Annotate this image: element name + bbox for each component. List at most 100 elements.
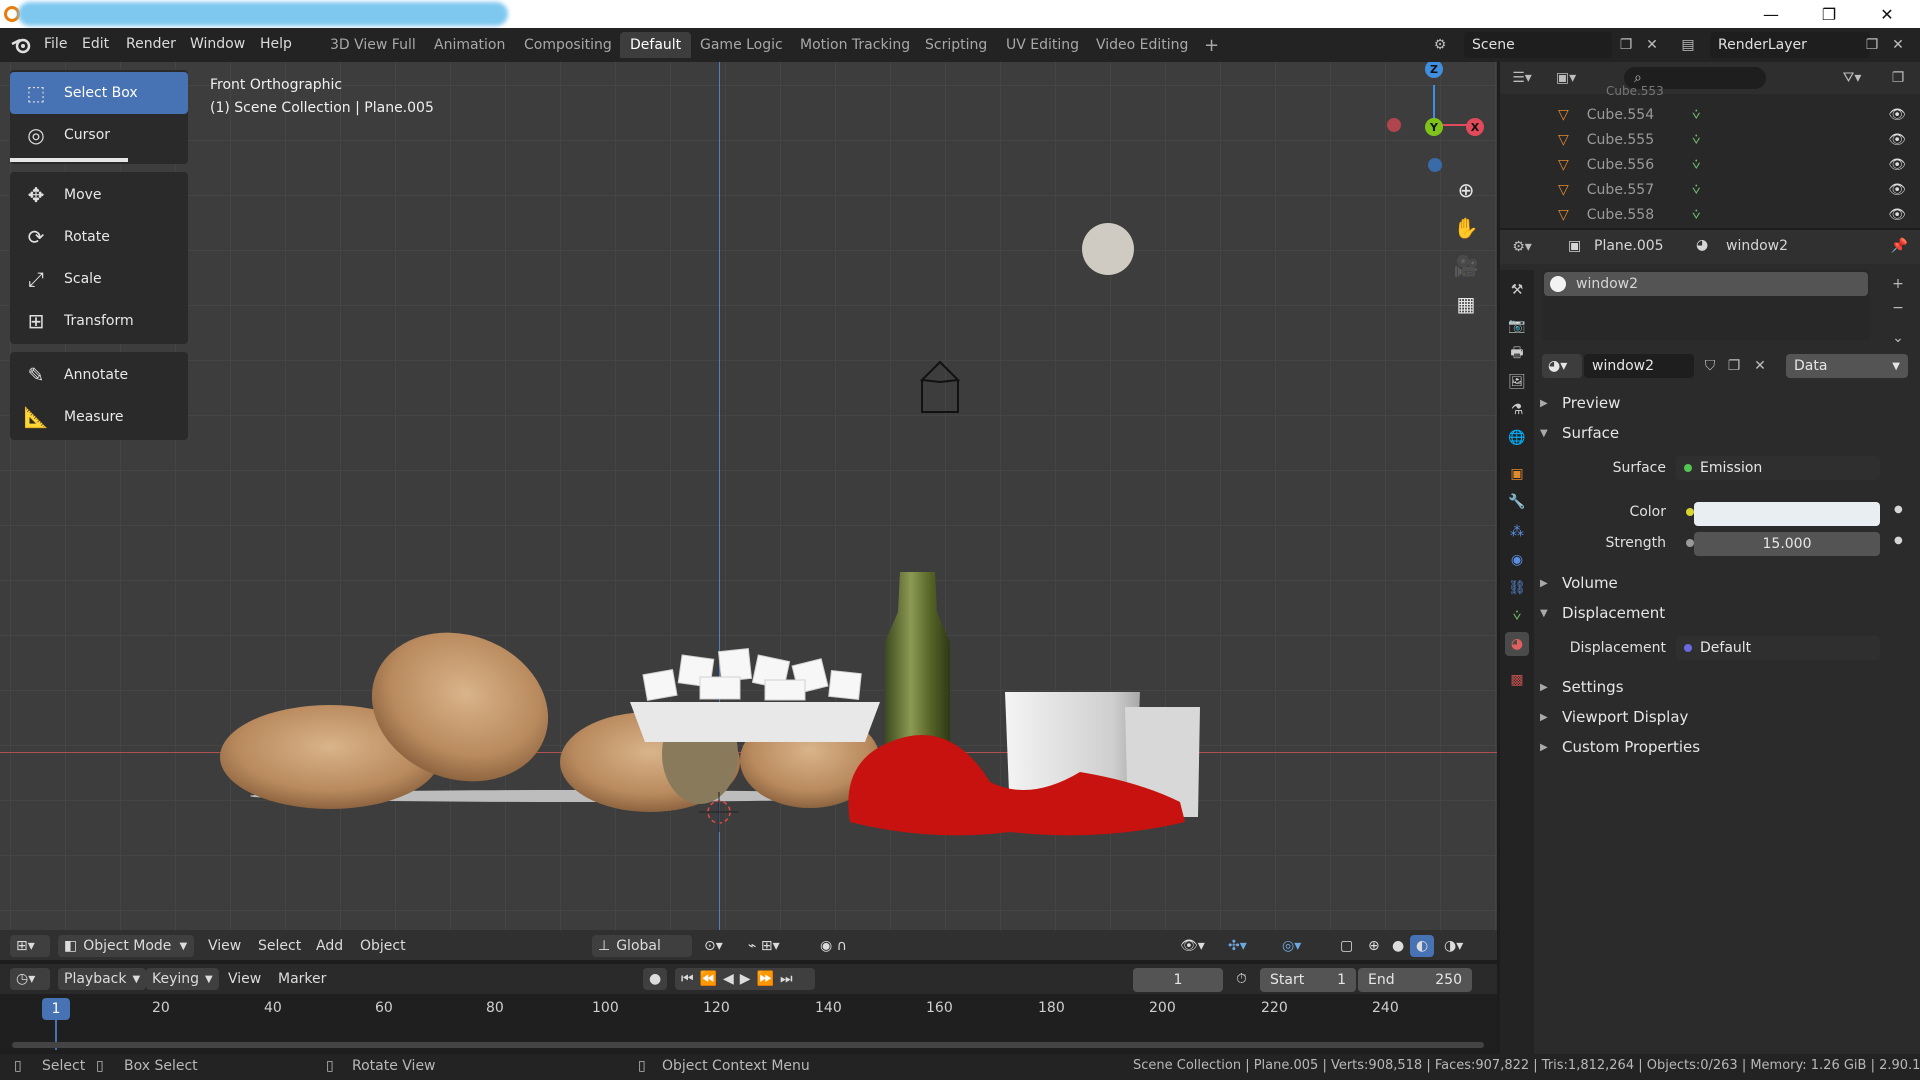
data-tab-icon[interactable]: ⩒ [1505,604,1529,628]
outliner-row[interactable]: ▽ Cube.554 ⩒ 👁 [1500,102,1920,127]
section-viewport-display[interactable]: ▶ Viewport Display [1540,708,1688,726]
new-view-layer-icon[interactable]: ❐ [1860,33,1884,57]
tool-cursor[interactable]: ◎ Cursor [10,114,188,156]
gizmo-x-axis[interactable]: X [1466,118,1484,136]
section-settings[interactable]: ▶ Settings [1540,678,1624,696]
displacement-field[interactable]: Default [1676,636,1880,660]
properties-editor-icon[interactable]: ⚙▾ [1510,235,1534,259]
outliner-row[interactable]: ▽ Cube.555 ⩒ 👁 [1500,127,1920,152]
minimize-button[interactable]: — [1742,0,1800,28]
keyframe-dot-icon[interactable]: ● [1894,535,1903,546]
eye-icon[interactable]: 👁 [1888,182,1906,198]
material-slot-list[interactable]: window2 [1542,270,1870,340]
shading-material-icon[interactable]: ◐ [1410,935,1435,957]
start-frame-field[interactable]: Start 1 [1260,968,1356,992]
outliner-row[interactable]: ▽ Cube.557 ⩒ 👁 [1500,177,1920,202]
particles-tab-icon[interactable]: ⁂ [1505,520,1529,544]
timeline-editor-icon[interactable]: ◷▾ [10,968,50,990]
menu-file[interactable]: File [44,36,67,52]
tool-transform[interactable]: ⊞ Transform [10,300,188,342]
fake-user-shield-icon[interactable]: ⛉ [1698,354,1722,378]
tab-compositing[interactable]: Compositing [514,32,622,58]
outliner-row[interactable]: ▽ Cube.556 ⩒ 👁 [1500,152,1920,177]
view-layer-selector[interactable]: RenderLayer [1710,32,1870,58]
zoom-icon[interactable]: ⊕ [1450,174,1482,206]
eye-icon[interactable]: 👁 [1888,107,1906,123]
unlink-material-icon[interactable]: ✕ [1748,354,1772,378]
playback-controls[interactable]: ⏮⏪◀▶⏩⏭ [675,968,815,990]
section-custom-properties[interactable]: ▶ Custom Properties [1540,738,1700,756]
editor-type-icon[interactable]: ⊞▾ [10,935,50,957]
shading-solid-icon[interactable]: ● [1386,935,1410,957]
tool-tab-icon[interactable]: ⚒ [1505,278,1529,302]
gizmo-neg-x-axis[interactable] [1387,118,1401,132]
gizmo-toggle-icon[interactable]: ✣▾ [1222,935,1253,957]
maximize-button[interactable]: ❐ [1800,0,1858,28]
menu-keying[interactable]: Keying ▼ [146,968,219,990]
menu-add[interactable]: Add [310,935,349,957]
texture-tab-icon[interactable]: ▩ [1505,668,1529,692]
modifier-tab-icon[interactable]: 🔧 [1505,490,1529,514]
tool-move[interactable]: ✥ Move [10,174,188,216]
menu-timeline-view[interactable]: View [222,968,267,990]
end-frame-field[interactable]: End 250 [1358,968,1472,992]
tab-motion-tracking[interactable]: Motion Tracking [790,32,920,58]
blender-logo-icon[interactable] [10,36,32,54]
outliner-row[interactable]: ▽ Cube.558 ⩒ 👁 [1500,202,1920,227]
emission-color-swatch[interactable] [1694,502,1880,526]
snap-icon[interactable]: ⌁ ⊞▾ [742,935,786,957]
keyframe-dot-icon[interactable]: ● [1894,504,1903,515]
tool-select-box[interactable]: ⬚ Select Box [10,72,188,114]
new-scene-icon[interactable]: ❐ [1614,33,1638,57]
material-tab-icon[interactable]: ◕ [1505,632,1529,656]
tool-scale[interactable]: ⤢ Scale [10,258,188,300]
add-workspace-button[interactable]: + [1194,32,1229,58]
orientation-dropdown[interactable]: ⊥ Global [592,935,692,957]
gizmo-neg-z-axis[interactable] [1428,158,1442,172]
shading-wireframe-icon[interactable]: ⊕ [1362,935,1386,957]
link-dropdown[interactable]: Data ▼ [1786,354,1908,378]
outliner-row[interactable]: Cube.553 [1500,84,1920,98]
surface-shader-field[interactable]: Emission [1676,456,1880,480]
timeline-area[interactable]: 1 20 40 60 80 100 120 140 160 180 200 22… [0,994,1497,1050]
menu-object[interactable]: Object [354,935,412,957]
record-icon[interactable]: ● [643,968,668,990]
render-tab-icon[interactable]: 📷 [1505,314,1529,338]
preview-range-icon[interactable]: ⏱ [1230,968,1253,990]
add-slot-icon[interactable]: + [1886,272,1910,296]
pin-icon[interactable]: 📌 [1891,238,1908,254]
material-browse-icon[interactable]: ◕▾ [1542,354,1582,378]
duplicate-material-icon[interactable]: ❐ [1722,354,1746,378]
object-mode-dropdown[interactable]: ◧ Object Mode ▼ [58,935,194,957]
material-slot[interactable]: window2 [1544,272,1868,296]
3d-viewport[interactable]: Front Orthographic (1) Scene Collection … [0,62,1497,960]
delete-view-layer-icon[interactable]: ✕ [1886,33,1910,57]
scene-browse-icon[interactable]: ⚙ [1428,33,1452,57]
tab-video-editing[interactable]: Video Editing [1086,32,1198,58]
tool-rotate[interactable]: ⟳ Rotate [10,216,188,258]
xray-icon[interactable]: ▢ [1334,935,1359,957]
section-preview[interactable]: ▶ Preview [1540,394,1620,412]
scene-tab-icon[interactable]: ⚗ [1505,398,1529,422]
menu-render[interactable]: Render [126,36,176,52]
delete-scene-icon[interactable]: ✕ [1640,33,1664,57]
bowl-object[interactable] [630,702,880,742]
menu-view[interactable]: View [202,935,247,957]
menu-edit[interactable]: Edit [82,36,109,52]
material-name-field[interactable]: window2 [1584,354,1694,378]
output-tab-icon[interactable]: 🖶 [1505,342,1529,366]
view-layer-browse-icon[interactable]: ▤ [1676,33,1700,57]
tool-measure[interactable]: 📐 Measure [10,396,188,438]
eye-icon[interactable]: 👁 [1888,157,1906,173]
remove-slot-icon[interactable]: − [1886,296,1910,320]
section-volume[interactable]: ▶ Volume [1540,574,1618,592]
section-surface[interactable]: ▼ Surface [1540,424,1619,442]
sugar-cubes[interactable] [642,647,862,701]
proportional-edit-icon[interactable]: ◉ ∩ [814,935,853,957]
shading-rendered-icon[interactable]: ◑▾ [1438,935,1469,957]
pan-hand-icon[interactable]: ✋ [1450,212,1482,244]
timeline-scrollbar[interactable] [12,1042,1484,1048]
scene-objects[interactable] [150,142,1250,842]
tab-uv-editing[interactable]: UV Editing [996,32,1089,58]
scene-selector[interactable]: Scene [1464,32,1612,58]
